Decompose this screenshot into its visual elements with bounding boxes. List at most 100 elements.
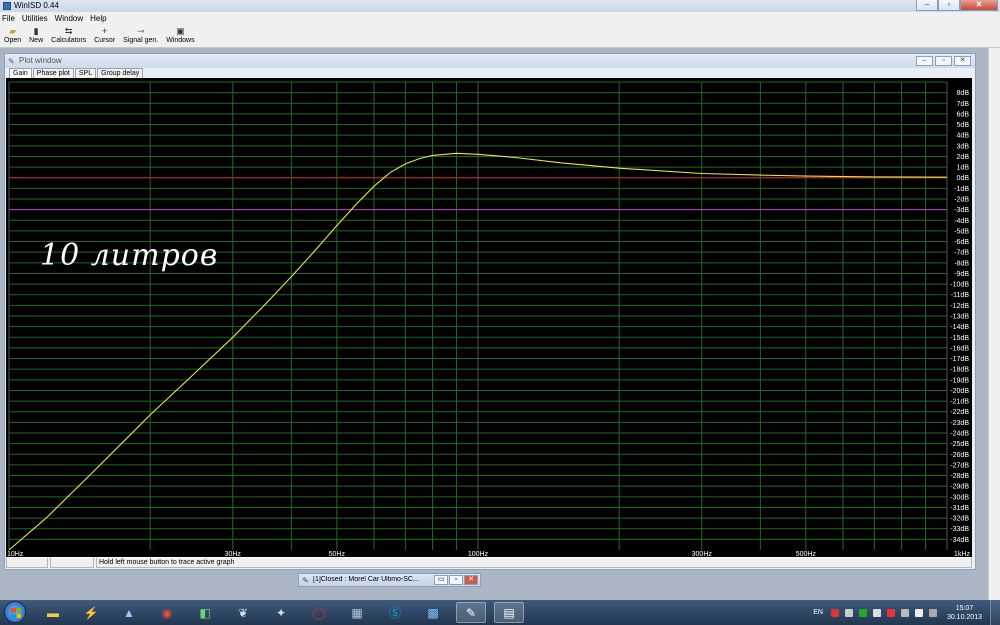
clock-date: 30.10.2013	[946, 613, 982, 621]
language-indicator[interactable]: EN	[813, 609, 823, 616]
y-tick-label: -11dB	[951, 292, 969, 299]
y-tick-label: -24dB	[950, 431, 969, 438]
app-title: WinISD 0.44	[14, 1, 59, 10]
y-tick-label: -25dB	[950, 441, 969, 448]
menu-file[interactable]: File	[2, 14, 15, 23]
tray-icon-2[interactable]	[844, 608, 853, 617]
y-tick-label: -26dB	[950, 452, 969, 459]
calculators-button[interactable]: ⇆ Calculators	[47, 25, 90, 47]
menu-bar: File Utilities Window Help	[0, 12, 1000, 25]
project-window-icon: ✎	[302, 576, 309, 585]
clock-time: 15:07	[955, 604, 974, 612]
tray-icon-4[interactable]	[872, 608, 881, 617]
y-tick-label: -19dB	[950, 377, 969, 384]
signal-gen-button[interactable]: ⊸ Signal gen.	[119, 25, 162, 47]
plot-window-titlebar[interactable]: ✎ Plot window – ▫ ✕	[5, 54, 975, 68]
y-tick-label: 0dB	[957, 175, 970, 182]
y-tick-label: -2dB	[954, 197, 969, 204]
minimized-close-button[interactable]: ✕	[464, 575, 478, 585]
y-tick-label: -14dB	[950, 324, 969, 331]
y-tick-label: -31dB	[950, 505, 969, 512]
volume-icon[interactable]	[928, 608, 937, 617]
y-tick-label: -15dB	[950, 335, 969, 342]
bird-icon[interactable]: ❦	[228, 602, 258, 623]
show-desktop-button[interactable]	[990, 600, 1000, 625]
tray-icon-7[interactable]	[914, 608, 923, 617]
menu-utilities[interactable]: Utilities	[22, 14, 48, 23]
maximize-button[interactable]: ▫	[938, 0, 960, 11]
start-button[interactable]	[4, 601, 26, 623]
control-panel-icon[interactable]: ▩	[418, 602, 448, 623]
plot-close-button[interactable]: ✕	[954, 56, 971, 66]
close-button[interactable]: ✕	[960, 0, 998, 11]
new-icon: ▮	[33, 26, 39, 36]
y-tick-label: -29dB	[950, 484, 969, 491]
y-tick-label: -34dB	[950, 537, 969, 544]
menu-window[interactable]: Window	[55, 14, 83, 23]
xilisoft-icon[interactable]: ▲	[114, 602, 144, 623]
minimized-window-controls: ▭ ▫ ✕	[433, 575, 478, 585]
tray-icon-6[interactable]	[900, 608, 909, 617]
y-tick-label: -32dB	[950, 516, 969, 523]
gain-plot[interactable]: 8dB 7dB 6dB 5dB 4dB 3dB 2dB 1dB 0dB -1dB -2dB -3dB -…	[6, 78, 972, 557]
gain-chart[interactable]: 8dB 7dB 6dB 5dB 4dB 3dB 2dB 1dB 0dB -1dB -2dB -3dB -…	[6, 78, 972, 557]
installer-icon[interactable]: ▦	[342, 602, 372, 623]
y-tick-label: -27dB	[950, 462, 969, 469]
plot-window-title: Plot window	[19, 56, 62, 65]
fox-icon[interactable]: ✦	[266, 602, 296, 623]
y-tick-label: -5dB	[954, 228, 969, 235]
y-tick-label: -18dB	[950, 367, 969, 374]
tray-icon-1[interactable]	[830, 608, 839, 617]
minimized-project-window[interactable]: ✎ [1]Closed : Morel Car Ultimo-SC... ▭ ▫…	[298, 573, 481, 587]
app-icon	[3, 2, 11, 10]
open-button[interactable]: ▰ Open	[0, 25, 25, 47]
plot-maximize-button[interactable]: ▫	[935, 56, 952, 66]
chrome-icon[interactable]: ◉	[152, 602, 182, 623]
restore-button[interactable]: ▭	[434, 575, 448, 585]
skype-icon[interactable]: Ⓢ	[380, 602, 410, 623]
window-controls: – ▫ ✕	[916, 0, 998, 11]
y-tick-label: 7dB	[957, 101, 970, 108]
new-button[interactable]: ▮ New	[25, 25, 47, 47]
y-tick-label: -28dB	[950, 473, 969, 480]
plot-window-controls: – ▫ ✕	[914, 56, 971, 66]
properties-icon[interactable]: ▤	[494, 602, 524, 623]
winisd-taskbar-icon[interactable]: ✎	[456, 602, 486, 623]
y-tick-label: -12dB	[950, 303, 969, 310]
tray-icon-5[interactable]	[886, 608, 895, 617]
status-message: Hold left mouse button to trace active g…	[96, 557, 972, 568]
status-bar: Hold left mouse button to trace active g…	[6, 557, 974, 568]
vertical-scrollbar[interactable]	[988, 48, 1000, 600]
app-titlebar: WinISD 0.44 – ▫ ✕	[0, 0, 1000, 12]
menu-help[interactable]: Help	[90, 14, 106, 23]
explorer-icon[interactable]: ▬	[38, 602, 68, 623]
handwritten-annotation: 10 литров	[40, 238, 219, 273]
y-tick-label: 5dB	[957, 122, 970, 129]
clock[interactable]: 15:07 30.10.2013	[947, 604, 982, 622]
y-tick-label: -1dB	[954, 186, 969, 193]
minimized-window-title: [1]Closed : Morel Car Ultimo-SC...	[313, 576, 419, 583]
windows-button[interactable]: ▣ Windows	[162, 25, 198, 47]
y-tick-label: -23dB	[950, 420, 969, 427]
signal-gen-icon: ⊸	[136, 26, 145, 36]
open-icon: ▰	[9, 26, 17, 36]
cursor-icon: +	[102, 26, 108, 36]
y-tick-label: 8dB	[957, 90, 970, 97]
y-tick-label: 3dB	[957, 143, 970, 150]
y-tick-label: 6dB	[957, 111, 970, 118]
corel-icon[interactable]: ◧	[190, 602, 220, 623]
tray-icon-3[interactable]	[858, 608, 867, 617]
winamp-icon[interactable]: ⚡	[76, 602, 106, 623]
plot-minimize-button[interactable]: –	[916, 56, 933, 66]
cursor-button[interactable]: + Cursor	[90, 25, 119, 47]
taskbar: ▬ ⚡ ▲ ◉ ◧ ❦ ✦ ◯ ▦ Ⓢ ▩ ✎ ▤ EN 15:07 30.10…	[0, 600, 1000, 625]
minimize-button[interactable]: –	[916, 0, 938, 11]
opera-icon[interactable]: ◯	[304, 602, 334, 623]
max-button[interactable]: ▫	[449, 575, 463, 585]
y-tick-label: -10dB	[950, 282, 969, 289]
y-tick-label: -13dB	[950, 314, 969, 321]
y-tick-label: -21dB	[950, 399, 969, 406]
y-tick-label: -6dB	[954, 239, 969, 246]
y-tick-label: -3dB	[954, 207, 969, 214]
calculators-icon: ⇆	[64, 26, 73, 36]
